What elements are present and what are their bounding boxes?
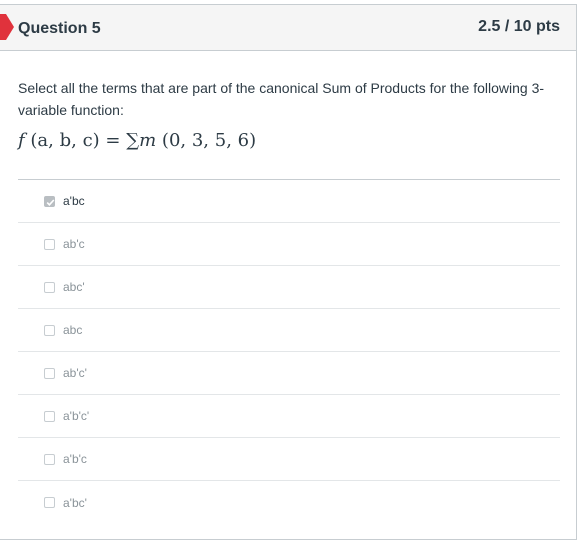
checkbox[interactable] (44, 453, 55, 465)
formula-terms: (0, 3, 5, 6) (161, 130, 257, 151)
answer-option[interactable]: a'b'c (18, 438, 560, 481)
checkbox[interactable] (44, 238, 55, 250)
checkbox[interactable] (44, 410, 55, 422)
formula-function: f (18, 130, 25, 151)
answer-option[interactable]: a'b'c' (18, 395, 560, 438)
formula-args: (a, b, c) (30, 130, 100, 151)
answer-option[interactable]: abc (18, 309, 560, 352)
answer-label: a'bc (63, 194, 85, 208)
formula-minterm: m (139, 130, 157, 151)
question-header: Question 5 2.5 / 10 pts (0, 5, 576, 51)
answer-option[interactable]: ab'c' (18, 352, 560, 395)
question-card: Question 5 2.5 / 10 pts Select all the t… (0, 4, 577, 540)
answer-list: a'bc ab'c abc' abc ab'c' a'b'c' a'b'c a'… (18, 179, 560, 524)
answer-option[interactable]: abc' (18, 266, 560, 309)
question-formula: f (a, b, c) = ∑m (0, 3, 5, 6) (18, 129, 558, 153)
answer-label: abc' (63, 280, 85, 294)
answer-label: ab'c (63, 237, 85, 251)
checkmark-icon (46, 198, 55, 206)
answer-option[interactable]: a'bc (18, 180, 560, 223)
checkbox[interactable] (44, 281, 55, 293)
question-title: Question 5 (18, 20, 101, 37)
answer-option[interactable]: a'bc' (18, 481, 560, 524)
checkbox[interactable] (44, 367, 55, 379)
answer-label: a'bc' (63, 495, 87, 510)
answer-label: a'b'c' (63, 409, 90, 423)
checkbox[interactable] (44, 195, 55, 207)
answer-option[interactable]: ab'c (18, 223, 560, 266)
checkbox[interactable] (44, 497, 55, 508)
question-points: 2.5 / 10 pts (478, 18, 560, 35)
question-body: Select all the terms that are part of th… (18, 77, 558, 153)
flag-icon[interactable] (0, 14, 14, 40)
checkbox[interactable] (44, 324, 55, 336)
answer-label: ab'c' (63, 366, 87, 380)
answer-label: a'b'c (63, 452, 87, 466)
formula-sum: ∑ (126, 130, 140, 151)
question-text: Select all the terms that are part of th… (18, 80, 545, 118)
formula-equals: = (105, 130, 121, 151)
answer-label: abc (63, 323, 83, 337)
